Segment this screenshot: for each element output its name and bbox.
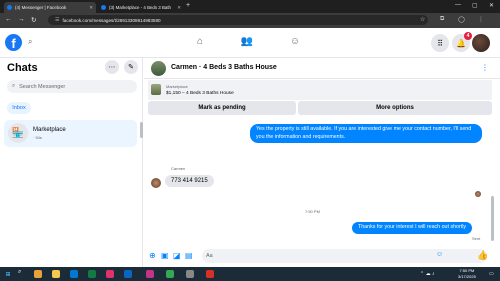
taskbar-search-icon[interactable]: ⌕ (18, 269, 21, 276)
marketplace-store-icon: 🏪 (8, 123, 28, 143)
listing-card[interactable]: Marketplace $1,150 – 4 Beds 3 Baths Hous… (148, 80, 492, 100)
url-text: facebook.com/messages/t/2891330861498358… (62, 17, 161, 23)
time-separator: 7:50 PM (305, 209, 320, 214)
search-icon: ⌕ (12, 83, 16, 89)
site-info-icon[interactable]: ☰ (55, 17, 59, 23)
conversation-name: Marketplace (33, 127, 66, 133)
address-bar-row: ← → ↻ ☰ facebook.com/messages/t/28913308… (0, 13, 500, 28)
windows-taskbar: ⊞ ⌕ ⌃ ☁ ♪ 7:50 PM 3/17/2025 ▭ (0, 267, 500, 281)
notification-center-icon[interactable]: ▭ (489, 271, 494, 277)
clock[interactable]: 7:50 PM 3/17/2025 (458, 268, 476, 279)
listing-label: Marketplace (166, 84, 188, 89)
taskbar-app-icon[interactable] (34, 270, 42, 278)
sender-name: Carmen (171, 166, 186, 171)
notification-badge: 4 (464, 32, 472, 40)
tab-title: (3) Marketplace - 4 Beds 3 Bath (109, 5, 171, 10)
windows-start-icon[interactable]: ⊞ (4, 270, 12, 278)
more-options-button[interactable]: More options (298, 101, 492, 115)
search-placeholder: Search Messenger (19, 83, 66, 90)
message-placeholder: Aa (206, 253, 213, 259)
sticker-icon[interactable]: ◪ (173, 251, 181, 260)
new-message-icon[interactable]: ✎ (124, 60, 138, 74)
tab-messenger[interactable]: (4) Messenger | Facebook ✕ (4, 2, 96, 13)
close-tab-icon[interactable]: ✕ (89, 5, 93, 11)
file-explorer-icon[interactable] (52, 270, 60, 278)
clock-date: 3/17/2025 (458, 273, 476, 279)
new-tab-button[interactable]: + (186, 2, 190, 9)
composer: ⊕ ▣ ◪ ▤ Aa ☺ 👍 (144, 246, 500, 267)
list-item[interactable]: 🏪 Marketplace · 54s (4, 120, 137, 147)
app-icon[interactable] (186, 270, 194, 278)
instagram-icon[interactable] (146, 270, 154, 278)
maximize-button[interactable]: ▢ (472, 2, 478, 9)
system-tray-icon[interactable]: ⌃ ☁ ♪ (420, 271, 434, 277)
listing-price-title: $1,150 – 4 Beds 3 Baths House (166, 91, 234, 96)
extensions-icon[interactable]: ⧉ (440, 16, 444, 23)
listing-thumbnail (151, 84, 161, 95)
tab-title: (4) Messenger | Facebook (15, 5, 67, 10)
excel-icon[interactable] (88, 270, 96, 278)
conversation-subtitle: · 54s (33, 135, 42, 140)
chats-sidebar: Chats ⋯ ✎ ⌕ Search Messenger Inbox 🏪 Mar… (0, 58, 143, 267)
facebook-favicon-icon (7, 5, 12, 10)
edge-icon[interactable] (70, 270, 78, 278)
search-icon[interactable]: ⌕ (28, 37, 40, 49)
tab-marketplace[interactable]: (3) Marketplace - 4 Beds 3 Bath ✕ (98, 2, 184, 13)
store-icon[interactable] (106, 270, 114, 278)
facebook-favicon-icon (101, 5, 106, 10)
home-icon[interactable]: ⌂ (193, 36, 207, 50)
conversation-header: Carmen · 4 Beds 3 Baths House ⋮ (144, 58, 500, 79)
seen-avatar (475, 191, 481, 197)
friends-icon[interactable]: 👥 (240, 36, 254, 50)
back-arrow-icon[interactable]: ← (5, 16, 12, 23)
browser-menu-icon[interactable]: ⋮ (478, 16, 484, 23)
close-window-button[interactable]: ✕ (489, 2, 494, 9)
menu-grid-icon[interactable]: ⠿ (431, 34, 449, 52)
message-bubble-incoming[interactable]: 773 414 9215 (165, 175, 214, 187)
listing-avatar[interactable] (151, 61, 166, 76)
sidebar-scrollbar[interactable] (140, 122, 143, 138)
conversation-title[interactable]: Carmen · 4 Beds 3 Baths House (171, 64, 277, 71)
plus-icon[interactable]: ⊕ (149, 251, 156, 260)
minimize-button[interactable]: — (455, 2, 461, 8)
close-tab-icon[interactable]: ✕ (177, 5, 181, 11)
carmen-avatar[interactable] (151, 178, 161, 188)
url-field[interactable]: ☰ facebook.com/messages/t/28913308614983… (48, 15, 428, 25)
reload-icon[interactable]: ↻ (31, 16, 36, 24)
sent-status: Sent (472, 236, 481, 241)
profile-icon[interactable]: ◯ (458, 16, 465, 23)
conversation-scrollbar[interactable] (491, 196, 494, 241)
message-bubble-outgoing[interactable]: Yes the property is still available. If … (250, 124, 482, 143)
app-icon[interactable] (206, 270, 214, 278)
search-messenger-input[interactable]: ⌕ Search Messenger (7, 80, 137, 93)
account-avatar[interactable] (472, 34, 490, 52)
more-options-icon[interactable]: ⋯ (105, 60, 119, 74)
groups-icon[interactable]: ☺ (288, 36, 302, 50)
emoji-icon[interactable]: ☺ (436, 251, 443, 258)
facebook-header: f ⌕ ⌂ 👥 ☺ ⠿ 🔔 4 (0, 28, 500, 58)
facebook-logo-icon[interactable]: f (5, 34, 22, 51)
message-bubble-outgoing[interactable]: Thanks for your interest I will reach ou… (352, 222, 473, 234)
like-thumb-icon[interactable]: 👍 (477, 250, 488, 261)
conversation-pane: Carmen · 4 Beds 3 Baths House ⋮ Marketpl… (144, 58, 500, 267)
word-icon[interactable] (124, 270, 132, 278)
browser-tab-bar: (4) Messenger | Facebook ✕ (3) Marketpla… (0, 0, 500, 13)
image-icon[interactable]: ▣ (161, 251, 169, 260)
bookmark-star-icon[interactable]: ☆ (420, 16, 425, 23)
mark-as-pending-button[interactable]: Mark as pending (148, 101, 296, 115)
tab-inbox[interactable]: Inbox (7, 102, 31, 114)
chrome-icon[interactable] (166, 270, 174, 278)
message-input[interactable]: Aa (202, 249, 487, 263)
clock-time: 7:50 PM (459, 268, 475, 273)
more-info-icon[interactable]: ⋮ (481, 63, 489, 72)
chats-title: Chats (7, 62, 38, 74)
gif-icon[interactable]: ▤ (185, 251, 193, 260)
forward-arrow-icon[interactable]: → (18, 16, 25, 23)
